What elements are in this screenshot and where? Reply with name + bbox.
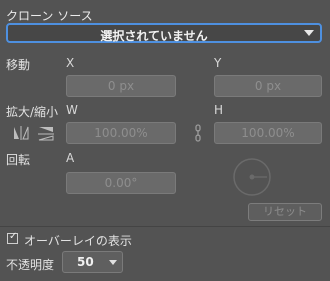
dropdown-arrow-icon	[304, 30, 314, 36]
link-icon[interactable]	[188, 122, 208, 144]
x-label: X	[66, 56, 75, 70]
panel-title: クローン ソース	[6, 9, 93, 23]
h-label: H	[214, 103, 224, 117]
scale-h-input[interactable]: 100.00%	[214, 122, 322, 144]
opacity-dropdown[interactable]: 50	[62, 251, 123, 273]
clone-source-dropdown[interactable]: 選択されていません	[6, 23, 322, 43]
clone-source-panel: クローン ソース 選択されていません 移動 X Y 0 px 0 px 拡大/縮…	[0, 0, 330, 281]
flip-vertical-icon[interactable]	[35, 123, 57, 143]
move-label: 移動	[6, 58, 31, 72]
rotate-label: 回転	[6, 153, 31, 167]
offset-y-input[interactable]: 0 px	[214, 75, 322, 97]
reset-button[interactable]: リセット	[248, 203, 322, 221]
show-overlay-checkbox[interactable]: ✓	[7, 231, 18, 244]
opacity-label: 不透明度	[6, 258, 55, 272]
rotation-dial-icon[interactable]	[231, 156, 273, 198]
divider	[0, 226, 330, 227]
a-label: A	[66, 151, 75, 165]
flip-horizontal-icon[interactable]	[10, 123, 32, 143]
scale-w-input[interactable]: 100.00%	[66, 122, 176, 144]
y-label: Y	[214, 56, 222, 70]
clone-source-value: 選択されていません	[100, 29, 208, 43]
w-label: W	[66, 103, 78, 117]
scale-label: 拡大/縮小	[6, 105, 59, 119]
checkmark-icon: ✓	[9, 231, 18, 242]
rotate-angle-input[interactable]: 0.00°	[66, 172, 176, 194]
show-overlay-label[interactable]: オーバーレイの表示	[24, 232, 132, 249]
dropdown-arrow-icon	[109, 260, 117, 265]
offset-x-input[interactable]: 0 px	[66, 75, 176, 97]
opacity-value: 50	[77, 255, 94, 269]
